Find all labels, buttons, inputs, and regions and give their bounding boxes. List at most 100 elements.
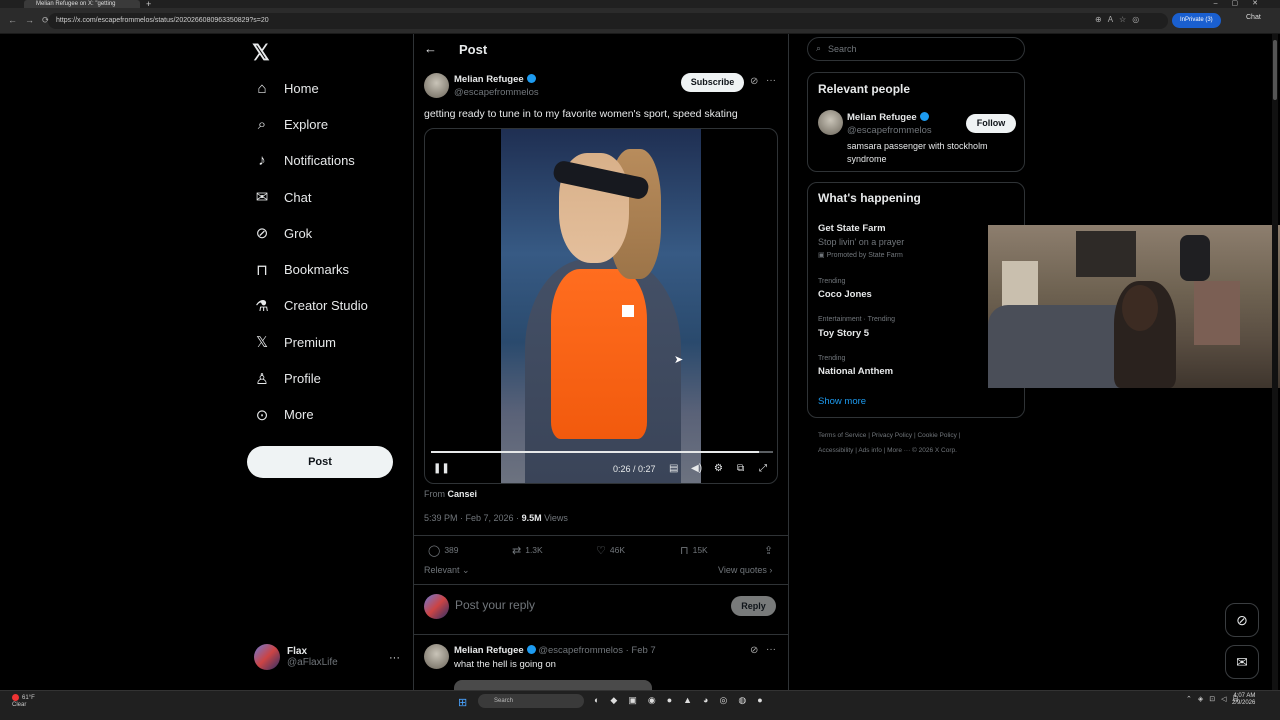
avatar[interactable] [818, 110, 843, 135]
nav-label: Explore [284, 116, 329, 132]
window-controls[interactable]: –▢✕ [1214, 0, 1272, 7]
person-name[interactable]: Melian Refugee [847, 112, 929, 123]
nav-item-grok[interactable]: ⊘ Grok [247, 215, 417, 251]
taskbar-clock[interactable]: 4:07 AM 2/9/2026 [1232, 693, 1255, 707]
flask-icon: ⚗ [255, 297, 269, 315]
reply-author-avatar[interactable] [424, 644, 449, 669]
more-circle-icon: ⊙ [255, 406, 269, 424]
whats-happening-title: What's happening [818, 191, 921, 205]
mouse-cursor-icon: ➤ [674, 354, 684, 366]
share-icon[interactable]: ⇪ [764, 544, 777, 557]
grok-icon[interactable]: ⊘ [750, 645, 758, 656]
nav-item-bookmarks[interactable]: ⊓ Bookmarks [247, 251, 417, 287]
like-action[interactable]: ♡ 46K [596, 544, 625, 557]
view-quotes-link[interactable]: View quotes › [718, 565, 772, 575]
taskbar-apps[interactable]: ◐◆▣◉●▲◕◎◍● [594, 695, 774, 706]
nav-label: Chat [284, 189, 312, 205]
nav-item-premium[interactable]: 𝕏 Premium [247, 324, 417, 360]
reply-more-icon[interactable]: ··· [766, 644, 776, 655]
mail-icon: ✉ [255, 189, 269, 207]
trend-item[interactable]: Coco Jones [818, 289, 872, 300]
post-actions: ◯ 389 ⇄ 1.3K ♡ 46K ⊓ 15K ⇪ [424, 544, 778, 558]
bookmark-icon: ⊓ [256, 261, 268, 279]
promoted-by: ▣ Promoted by State Farm [818, 252, 903, 259]
verified-badge-icon [526, 74, 536, 83]
inprivate-badge[interactable]: InPrivate (3) [1172, 13, 1221, 28]
video-progress-fill [431, 451, 760, 453]
reply-author[interactable]: Melian Refugee @escapefrommelos · Feb 7 [454, 645, 656, 656]
nav-item-explore[interactable]: ⌕ Explore [247, 106, 417, 142]
reply-text: what the hell is going on [454, 659, 556, 670]
nav-item-more[interactable]: ⊙ More [247, 397, 417, 433]
author-avatar[interactable] [424, 73, 449, 98]
volume-icon[interactable]: ◀) [691, 463, 702, 474]
nav-label: Premium [284, 334, 337, 350]
repost-action[interactable]: ⇄ 1.3K [512, 544, 543, 557]
person-handle[interactable]: @escapefrommelos [847, 125, 932, 136]
subscribe-button[interactable]: Subscribe [681, 73, 744, 92]
reply-action[interactable]: ◯ 389 [428, 544, 459, 557]
pip-icon[interactable]: ⧉ [737, 463, 744, 474]
trend-category: Trending [818, 278, 846, 285]
captions-icon[interactable]: ▤ [669, 463, 678, 474]
weather-widget[interactable]: 61°F Clear [12, 694, 35, 709]
scrollbar[interactable] [1272, 34, 1278, 690]
author-handle[interactable]: @escapefrommelos [454, 87, 539, 98]
messages-fab-icon[interactable]: ✉ [1225, 645, 1259, 679]
x-icon: 𝕏 [255, 334, 269, 352]
footer-links[interactable]: Terms of Service | Privacy Policy | Cook… [818, 432, 1018, 439]
pause-icon[interactable]: ❚❚ [433, 463, 450, 474]
windows-start-icon[interactable]: ⊞ [458, 696, 467, 709]
nav-item-creator-studio[interactable]: ⚗ Creator Studio [247, 288, 417, 324]
scrollbar-thumb[interactable] [1273, 40, 1277, 100]
promoted-desc: Stop livin' on a prayer [818, 237, 905, 247]
promoted-title[interactable]: Get State Farm [818, 223, 886, 234]
trend-item[interactable]: Toy Story 5 [818, 328, 869, 339]
author-name[interactable]: Melian Refugee [454, 74, 536, 85]
reply-input[interactable]: Post your reply [455, 598, 535, 612]
verified-badge-icon [526, 645, 536, 654]
reply-sort-dropdown[interactable]: Relevant ⌄ [424, 565, 470, 576]
footer-links[interactable]: Accessibility | Ads info | More ··· © 20… [818, 447, 1018, 454]
grok-fab-icon[interactable]: ⊘ [1225, 603, 1259, 637]
address-bar[interactable]: https://x.com/escapefrommelos/status/202… [48, 13, 1168, 29]
taskbar-search[interactable]: Search [478, 694, 584, 708]
source-link[interactable]: Cansei [448, 489, 478, 499]
nav-item-chat[interactable]: ✉ Chat [247, 179, 417, 215]
browser-tab[interactable]: Melian Refugee on X: "getting [24, 0, 140, 8]
verified-badge-icon [919, 112, 929, 121]
video-progress-bar[interactable] [431, 451, 773, 453]
account-name: Flax [287, 646, 308, 657]
nav-item-notifications[interactable]: ♪ Notifications [247, 143, 417, 179]
nav-item-home[interactable]: ⌂ Home [247, 70, 417, 106]
x-logo-icon[interactable]: 𝕏 [252, 40, 270, 66]
browser-chat-button[interactable]: Chat [1246, 14, 1261, 21]
nav-item-profile[interactable]: ♙ Profile [247, 360, 417, 396]
trend-item[interactable]: National Anthem [818, 366, 893, 377]
show-more-link[interactable]: Show more [818, 396, 866, 407]
video-player[interactable]: ➤ ❚❚ 0:26 / 0:27 ▤ ◀) ⚙ ⧉ ⤢ [424, 128, 778, 484]
reply-button[interactable]: Reply [731, 596, 776, 616]
weather-icon [12, 694, 19, 701]
post-more-icon[interactable]: ··· [766, 75, 776, 86]
follow-button[interactable]: Follow [966, 114, 1016, 133]
grok-icon[interactable]: ⊘ [750, 76, 758, 87]
home-icon: ⌂ [257, 79, 267, 97]
settings-gear-icon[interactable]: ⚙ [714, 463, 723, 474]
back-arrow-icon[interactable]: ← [424, 41, 437, 56]
compose-post-button[interactable]: Post [247, 446, 393, 478]
video-frame [501, 129, 701, 483]
bookmark-action[interactable]: ⊓ 15K [680, 544, 708, 557]
search-input[interactable]: Search [807, 37, 1025, 61]
person-icon: ♙ [255, 370, 269, 388]
trend-category: Trending [818, 355, 846, 362]
fullscreen-icon[interactable]: ⤢ [759, 463, 767, 474]
bell-icon: ♪ [258, 152, 266, 170]
avatar [254, 644, 280, 670]
browser-tool-icons[interactable]: ⊕A☆◎ [1095, 15, 1145, 24]
account-switcher[interactable]: Flax @aFlaxLife [254, 644, 338, 670]
webcam-overlay [988, 225, 1280, 388]
nav-label: Profile [284, 371, 321, 387]
account-more-icon[interactable]: ··· [389, 652, 400, 664]
promoted-icon: ▣ [818, 252, 827, 259]
